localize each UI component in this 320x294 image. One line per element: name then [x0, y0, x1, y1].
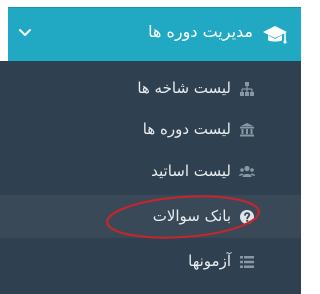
sidebar: مدیریت دوره ها لیست شاخه ها لیست دوره ها	[0, 0, 301, 294]
menu-item-courses[interactable]: لیست دوره ها	[0, 108, 301, 151]
sitemap-icon	[240, 82, 254, 96]
menu-item-label: لیست دوره ها	[142, 120, 231, 138]
course-management-header[interactable]: مدیریت دوره ها	[0, 6, 301, 62]
menu-item-label: لیست اساتید	[151, 162, 231, 180]
menu-item-label: آزمونها	[188, 252, 231, 270]
menu-item-label: لیست شاخه ها	[137, 79, 231, 97]
header-left-strip	[0, 7, 8, 62]
question-circle-icon	[240, 210, 254, 224]
graduation-cap-icon	[263, 26, 287, 44]
menu-item-label: بانک سوالات	[152, 207, 231, 225]
menu-item-exams[interactable]: آزمونها	[0, 240, 301, 283]
institution-icon	[240, 123, 254, 137]
menu-item-instructors[interactable]: لیست اساتید	[0, 150, 301, 193]
submenu: لیست شاخه ها لیست دوره ها لیست اساتید با…	[0, 61, 301, 294]
menu-item-question-bank[interactable]: بانک سوالات	[0, 195, 301, 238]
users-icon	[239, 165, 255, 177]
chevron-down-icon[interactable]	[18, 28, 32, 38]
list-icon	[240, 256, 254, 268]
header-title: مدیریت دوره ها	[148, 22, 253, 41]
menu-item-categories[interactable]: لیست شاخه ها	[0, 67, 301, 110]
